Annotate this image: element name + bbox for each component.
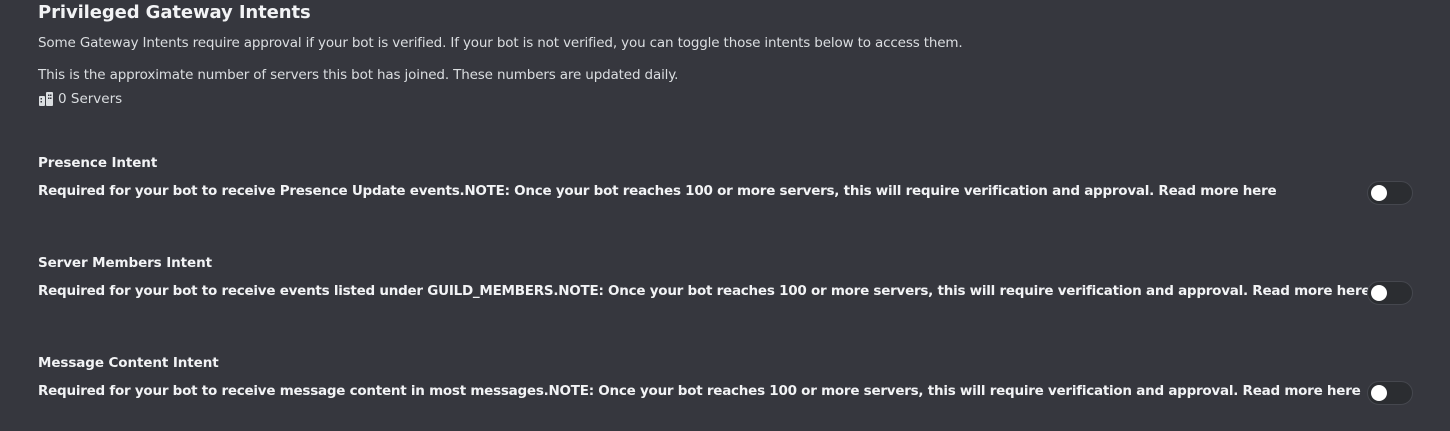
section-description: Some Gateway Intents require approval if… (38, 35, 963, 51)
message-content-intent-toggle[interactable] (1367, 381, 1413, 405)
message-content-intent-title: Message Content Intent (38, 355, 219, 371)
presence-intent-title: Presence Intent (38, 155, 158, 171)
server-count-label: 0 Servers (58, 91, 123, 107)
message-content-intent-description: Required for your bot to receive message… (38, 383, 1361, 399)
toggle-knob (1371, 185, 1387, 201)
server-members-intent-toggle[interactable] (1367, 281, 1413, 305)
toggle-knob (1371, 285, 1387, 301)
server-count: 0 Servers (38, 91, 122, 107)
server-members-intent-title: Server Members Intent (38, 255, 212, 271)
toggle-knob (1371, 385, 1387, 401)
servers-icon (38, 91, 54, 107)
presence-intent-toggle[interactable] (1367, 181, 1413, 205)
section-title: Privileged Gateway Intents (38, 2, 311, 23)
privileged-gateway-intents-panel: Privileged Gateway Intents Some Gateway … (0, 0, 1450, 431)
presence-intent-description: Required for your bot to receive Presenc… (38, 183, 1277, 199)
server-count-note: This is the approximate number of server… (38, 67, 679, 83)
server-members-intent-description: Required for your bot to receive events … (38, 283, 1371, 299)
